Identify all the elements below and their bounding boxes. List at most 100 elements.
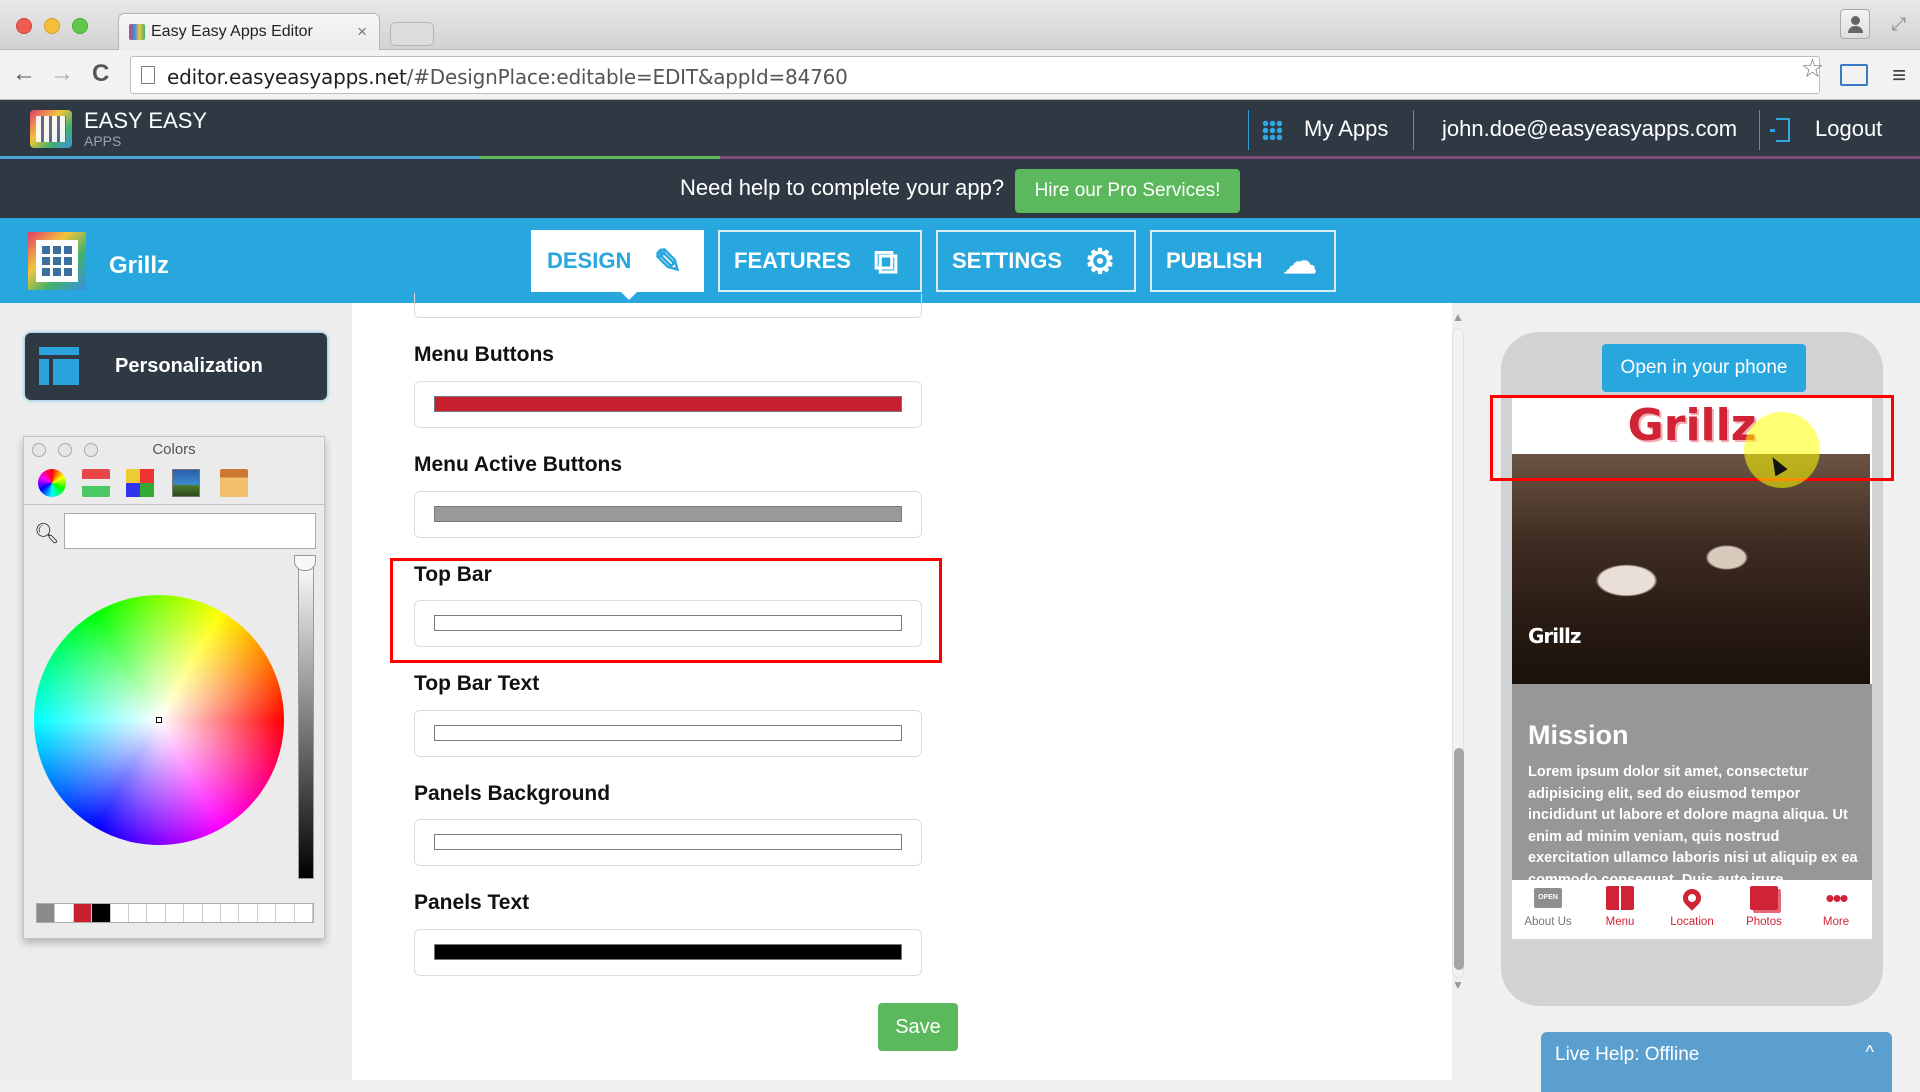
color-field-top-bar-text[interactable] xyxy=(414,710,922,757)
personalization-button[interactable]: Personalization xyxy=(25,333,327,400)
app-tab-label: Photos xyxy=(1746,916,1782,928)
crayons-mode-icon[interactable] xyxy=(220,469,248,497)
app-tab-label: Menu xyxy=(1605,916,1635,928)
new-tab-button[interactable] xyxy=(390,22,434,46)
tab-features[interactable]: FEATURES ⧉ xyxy=(718,230,922,292)
window-zoom-button[interactable] xyxy=(72,18,88,34)
help-banner: Need help to complete your app? Hire our… xyxy=(0,159,1920,218)
back-icon[interactable]: ← xyxy=(12,60,36,88)
phone-preview: Open in your phone Grillz Grillz Mission… xyxy=(1501,332,1883,1006)
cast-icon[interactable] xyxy=(1840,64,1868,86)
favicon-icon xyxy=(129,24,145,40)
tab-design[interactable]: DESIGN ✎ xyxy=(531,230,704,300)
image-palette-mode-icon[interactable] xyxy=(172,469,200,497)
address-bar[interactable]: editor.easyeasyapps.net/#DesignPlace:edi… xyxy=(130,56,1820,94)
tab-label: DESIGN xyxy=(547,248,632,273)
kitchen-photo xyxy=(1512,454,1870,684)
color-swatch xyxy=(434,725,902,741)
browser-tab[interactable]: Easy Easy Apps Editor × xyxy=(118,13,380,51)
browser-toolbar: ← → C editor.easyeasyapps.net/#DesignPla… xyxy=(0,50,1920,100)
profile-icon[interactable] xyxy=(1840,9,1870,39)
app-tab-about-us[interactable]: OPEN About Us xyxy=(1512,880,1584,939)
chrome-menu-icon[interactable]: ≡ xyxy=(1892,62,1906,90)
live-help-widget[interactable]: Live Help: Offline ^ xyxy=(1541,1032,1892,1092)
mission-text: Lorem ipsum dolor sit amet, consectetur … xyxy=(1528,764,1858,888)
colors-toolbar xyxy=(24,461,324,505)
brightness-slider[interactable] xyxy=(298,559,314,879)
color-palettes-mode-icon[interactable] xyxy=(126,469,154,497)
color-swatch[interactable] xyxy=(202,904,222,922)
user-email[interactable]: john.doe@easyeasyapps.com xyxy=(1442,116,1737,142)
logout-link[interactable]: Logout xyxy=(1815,116,1882,142)
chevron-up-icon[interactable]: ^ xyxy=(1866,1042,1874,1063)
gear-icon: ⚙ xyxy=(1084,243,1116,281)
apps-grid-icon xyxy=(1262,120,1282,140)
scroll-up-arrow-icon[interactable]: ▲ xyxy=(1452,310,1464,324)
color-swatch[interactable] xyxy=(276,904,295,922)
color-swatch[interactable] xyxy=(55,904,74,922)
tab-label: FEATURES xyxy=(734,248,851,273)
color-search-input[interactable] xyxy=(64,513,316,549)
color-wheel[interactable] xyxy=(34,595,284,845)
field-label-menu-active-buttons: Menu Active Buttons xyxy=(414,453,623,476)
scroll-down-arrow-icon[interactable]: ▼ xyxy=(1452,978,1464,992)
app-nav: Grillz DESIGN ✎ FEATURES ⧉ SETTINGS ⚙ PU… xyxy=(0,218,1920,303)
tab-close-icon[interactable]: × xyxy=(357,22,367,42)
mission-panel: Mission Lorem ipsum dolor sit amet, cons… xyxy=(1512,684,1872,888)
hire-pro-services-button[interactable]: Hire our Pro Services! xyxy=(1015,169,1240,213)
app-name: Grillz xyxy=(109,252,170,279)
field-label-top-bar: Top Bar xyxy=(414,563,492,586)
app-tab-menu[interactable]: Menu xyxy=(1584,880,1656,939)
live-help-label: Live Help: Offline xyxy=(1555,1044,1700,1065)
color-swatch[interactable] xyxy=(294,904,314,922)
color-wheel-mode-icon[interactable] xyxy=(38,469,66,497)
tab-title: Easy Easy Apps Editor xyxy=(151,23,313,40)
color-swatch[interactable] xyxy=(129,904,148,922)
color-wheel-cursor[interactable] xyxy=(156,717,162,723)
save-button[interactable]: Save xyxy=(878,1003,958,1051)
color-swatch[interactable] xyxy=(165,904,185,922)
field-label-menu-buttons: Menu Buttons xyxy=(414,343,554,366)
color-swatch[interactable] xyxy=(37,904,56,922)
color-swatch[interactable] xyxy=(73,904,93,922)
color-field-menu-active-buttons[interactable] xyxy=(414,491,922,538)
color-field-panels-background[interactable] xyxy=(414,819,922,866)
forward-icon[interactable]: → xyxy=(50,60,74,88)
color-swatch[interactable] xyxy=(110,904,130,922)
color-swatch[interactable] xyxy=(257,904,277,922)
window-minimize-button[interactable] xyxy=(44,18,60,34)
tab-settings[interactable]: SETTINGS ⚙ xyxy=(936,230,1136,292)
tab-label: PUBLISH xyxy=(1166,248,1263,273)
url-host: editor.easyeasyapps.net xyxy=(167,65,407,89)
color-swatch[interactable] xyxy=(147,904,166,922)
tab-label: SETTINGS xyxy=(952,248,1063,273)
reload-icon[interactable]: C xyxy=(92,60,109,88)
app-tab-photos[interactable]: Photos xyxy=(1728,880,1800,939)
fullscreen-icon[interactable]: ⤢ xyxy=(1892,14,1906,35)
color-swatch[interactable] xyxy=(184,904,203,922)
app-tab-more[interactable]: ••• More xyxy=(1800,880,1872,939)
app-tab-bar: OPEN About Us Menu Location Photos ••• M… xyxy=(1512,880,1872,939)
color-sliders-mode-icon[interactable] xyxy=(82,469,110,497)
photo-caption: Grillz xyxy=(1528,624,1581,648)
color-field-panels-text[interactable] xyxy=(414,929,922,976)
color-swatch[interactable] xyxy=(221,904,240,922)
bookmark-star-icon[interactable]: ☆ xyxy=(1801,53,1824,84)
app-tab-location[interactable]: Location xyxy=(1656,880,1728,939)
scrollbar-thumb[interactable] xyxy=(1454,748,1464,970)
tab-publish[interactable]: PUBLISH ☁ xyxy=(1150,230,1336,292)
my-apps-link[interactable]: My Apps xyxy=(1304,116,1388,142)
layout-icon xyxy=(39,347,79,385)
color-field-menu-buttons[interactable] xyxy=(414,381,922,428)
app-top-bar-logo: Grillz xyxy=(1627,400,1757,451)
open-in-phone-button[interactable]: Open in your phone xyxy=(1602,344,1806,392)
app-icon xyxy=(28,232,86,290)
easyeasy-logo-icon[interactable] xyxy=(30,110,72,148)
window-close-button[interactable] xyxy=(16,18,32,34)
field-card-partial xyxy=(414,293,922,318)
color-field-top-bar[interactable] xyxy=(414,600,922,647)
color-swatch[interactable] xyxy=(92,904,111,922)
app-tab-label: About Us xyxy=(1524,916,1572,928)
url-path: /#DesignPlace:editable=EDIT&appId=84760 xyxy=(406,65,848,89)
color-swatch[interactable] xyxy=(239,904,258,922)
